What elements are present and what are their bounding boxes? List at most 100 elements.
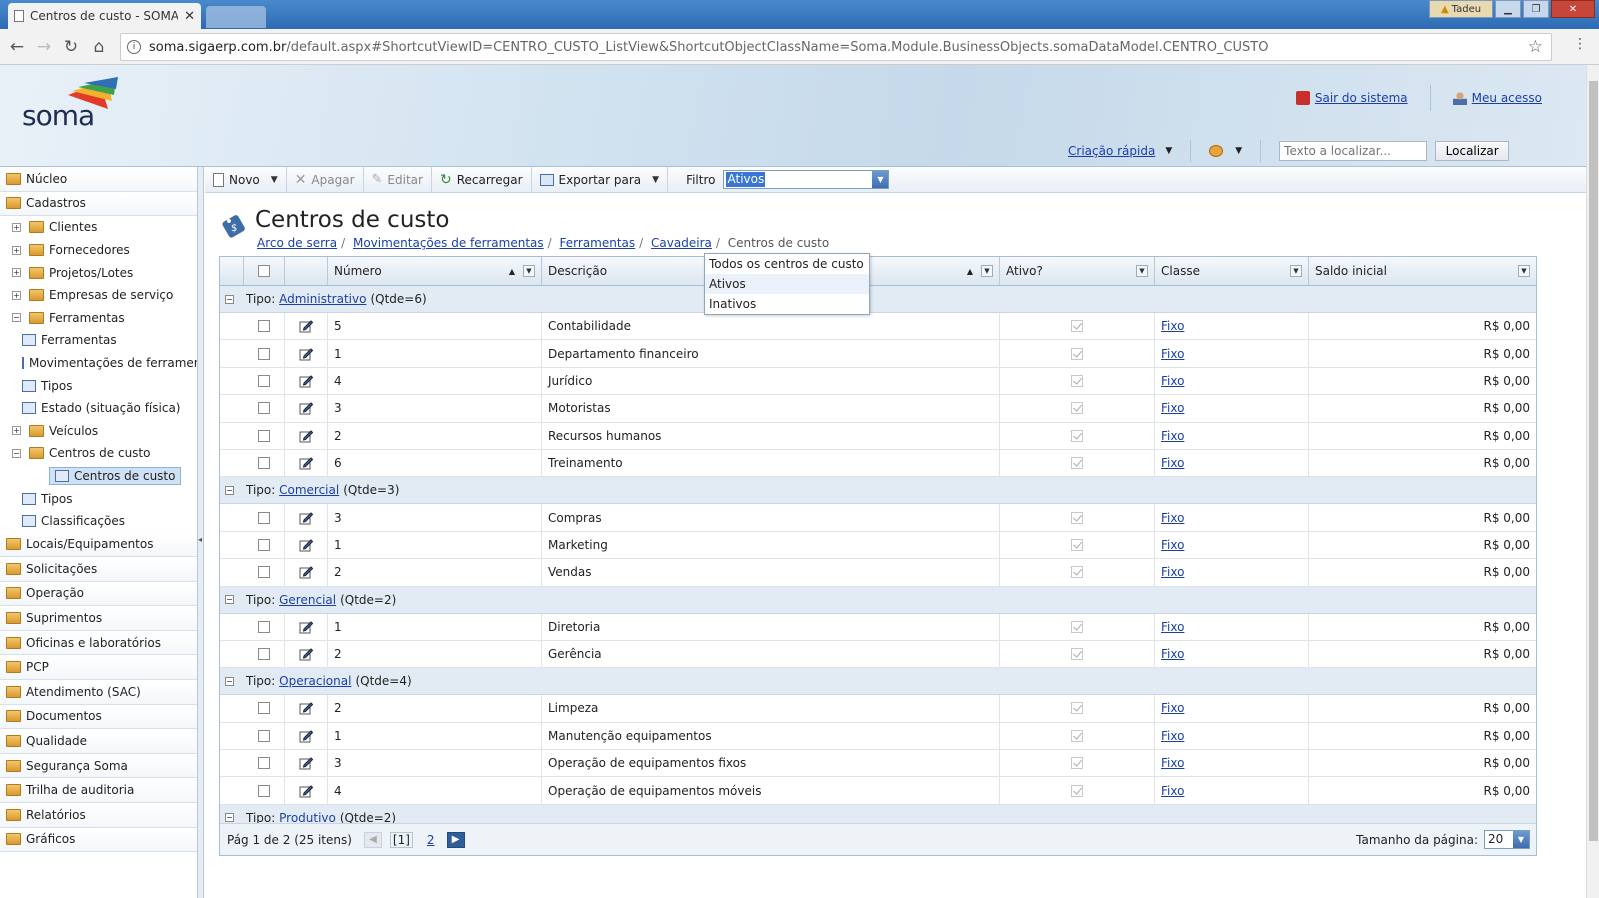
sidebar-item[interactable]: Cadastros	[0, 191, 197, 217]
dropdown-arrow-icon[interactable]: ▼	[872, 171, 889, 188]
classe-link[interactable]: Fixo	[1161, 647, 1184, 661]
expand-icon[interactable]: +	[12, 245, 21, 255]
expand-icon[interactable]: +	[12, 222, 21, 232]
row-checkbox[interactable]	[258, 511, 270, 524]
classe-link[interactable]: Fixo	[1161, 538, 1184, 552]
edit-row-icon[interactable]	[299, 374, 313, 388]
reload-button[interactable]: ↻ Recarregar	[432, 166, 532, 193]
sidebar-item[interactable]: Núcleo	[0, 167, 197, 192]
forward-icon[interactable]: →	[33, 36, 55, 58]
table-row[interactable]: 4 Jurídico Fixo R$ 0,00	[220, 367, 1536, 396]
filter-option[interactable]: Ativos	[705, 274, 869, 294]
table-row[interactable]: 1 Marketing Fixo R$ 0,00	[220, 531, 1536, 560]
column-header-ativo[interactable]: Ativo? ▼	[1000, 257, 1155, 285]
back-icon[interactable]: ←	[6, 36, 28, 58]
close-window-button[interactable]: ✕	[1551, 0, 1595, 18]
sidebar-subitem[interactable]: Centros de custo	[0, 465, 197, 488]
prev-page-button[interactable]: ◀	[363, 831, 382, 848]
user-badge[interactable]: ▲ Tadeu	[1429, 0, 1493, 18]
collapse-group-icon[interactable]: −	[225, 485, 234, 495]
classe-link[interactable]: Fixo	[1161, 701, 1184, 715]
breadcrumb-link[interactable]: Cavadeira	[651, 236, 712, 250]
sidebar-item[interactable]: Relatórios	[0, 803, 197, 828]
table-row[interactable]: 4 Operação de equipamentos móveis Fixo R$ 0…	[220, 777, 1536, 805]
search-button[interactable]: Localizar	[1435, 141, 1510, 161]
edit-row-icon[interactable]	[299, 756, 313, 770]
collapse-group-icon[interactable]: −	[225, 676, 234, 686]
edit-row-icon[interactable]	[299, 456, 313, 470]
sidebar-subitem[interactable]: Tipos	[0, 374, 197, 397]
minimize-button[interactable]: ▁	[1495, 0, 1521, 18]
breadcrumb-link[interactable]: Movimentações de ferramentas	[353, 236, 544, 250]
row-checkbox[interactable]	[258, 784, 270, 797]
table-row[interactable]: 2 Limpeza Fixo R$ 0,00	[220, 695, 1536, 723]
sidebar-subitem[interactable]: − Centros de custo	[0, 442, 197, 465]
edit-button[interactable]: ✎ Editar	[364, 166, 432, 193]
chevron-down-icon[interactable]: ▼	[652, 175, 659, 185]
edit-row-icon[interactable]	[299, 784, 313, 798]
home-icon[interactable]: ⌂	[88, 36, 110, 58]
column-header-classe[interactable]: Classe ▼	[1155, 257, 1309, 285]
page-scrollbar[interactable]	[1586, 65, 1599, 898]
classe-link[interactable]: Fixo	[1161, 729, 1184, 743]
classe-link[interactable]: Fixo	[1161, 319, 1184, 333]
sidebar-subitem[interactable]: Classificações	[0, 510, 197, 533]
expand-icon[interactable]: +	[12, 290, 21, 300]
sidebar-splitter[interactable]: ◂	[198, 167, 204, 898]
column-menu-icon[interactable]: ▼	[1518, 265, 1530, 277]
row-checkbox[interactable]	[258, 648, 270, 661]
expand-icon[interactable]: +	[12, 426, 21, 436]
soma-logo[interactable]: soma	[20, 77, 120, 137]
chevron-down-icon[interactable]: ▼	[1165, 146, 1172, 156]
sidebar-subitem[interactable]: Ferramentas	[0, 329, 197, 352]
collapse-icon[interactable]: −	[12, 448, 21, 458]
browser-menu-icon[interactable]: ⋮	[1573, 36, 1587, 52]
chevron-down-icon[interactable]: ▼	[271, 175, 278, 185]
edit-row-icon[interactable]	[299, 347, 313, 361]
sidebar-item[interactable]: Locais/Equipamentos	[0, 532, 197, 558]
row-checkbox[interactable]	[258, 320, 270, 333]
chevron-down-icon[interactable]: ▼	[1235, 146, 1242, 156]
page-2-link[interactable]: 2	[427, 833, 435, 847]
sidebar-subitem[interactable]: + Fornecedores	[0, 239, 197, 262]
table-row[interactable]: 2 Gerência Fixo R$ 0,00	[220, 640, 1536, 669]
next-page-button[interactable]: ▶	[446, 831, 465, 848]
sidebar-item[interactable]: Operação	[0, 581, 197, 607]
sidebar-item[interactable]: Segurança Soma	[0, 753, 197, 779]
classe-link[interactable]: Fixo	[1161, 565, 1184, 579]
table-row[interactable]: 3 Motoristas Fixo R$ 0,00	[220, 395, 1536, 423]
classe-link[interactable]: Fixo	[1161, 784, 1184, 798]
sidebar-item[interactable]: Gráficos	[0, 827, 197, 853]
table-row[interactable]: 2 Vendas Fixo R$ 0,00	[220, 559, 1536, 587]
edit-row-icon[interactable]	[299, 647, 313, 661]
sidebar-item[interactable]: Documentos	[0, 704, 197, 730]
edit-row-icon[interactable]	[299, 729, 313, 743]
browser-tab[interactable]: Centros de custo - SOMA ✕	[8, 3, 201, 29]
row-checkbox[interactable]	[258, 429, 270, 442]
collapse-arrow-icon[interactable]: ◂	[198, 535, 202, 544]
my-access-link[interactable]: Meu acesso	[1472, 91, 1542, 105]
reload-icon[interactable]: ↻	[60, 36, 82, 58]
table-row[interactable]: 6 Treinamento Fixo R$ 0,00	[220, 449, 1536, 478]
table-row[interactable]: 3 Compras Fixo R$ 0,00	[220, 504, 1536, 532]
row-checkbox[interactable]	[258, 620, 270, 633]
sidebar-subitem[interactable]: + Empresas de serviço	[0, 284, 197, 307]
table-row[interactable]: 2 Recursos humanos Fixo R$ 0,00	[220, 422, 1536, 450]
breadcrumb-link[interactable]: Arco de serra	[257, 236, 337, 250]
collapse-group-icon[interactable]: −	[225, 294, 234, 304]
expand-icon[interactable]: +	[12, 268, 21, 278]
sidebar-item[interactable]: Trilha de auditoria	[0, 778, 197, 804]
collapse-icon[interactable]: −	[12, 313, 21, 323]
edit-row-icon[interactable]	[299, 429, 313, 443]
row-checkbox[interactable]	[258, 757, 270, 770]
classe-link[interactable]: Fixo	[1161, 374, 1184, 388]
group-link[interactable]: Administrativo	[279, 292, 366, 306]
classe-link[interactable]: Fixo	[1161, 511, 1184, 525]
group-link[interactable]: Gerencial	[279, 593, 336, 607]
row-checkbox[interactable]	[258, 457, 270, 470]
sidebar-item[interactable]: Solicitações	[0, 557, 197, 582]
table-row[interactable]: 1 Manutenção equipamentos Fixo R$ 0,00	[220, 722, 1536, 751]
edit-row-icon[interactable]	[299, 620, 313, 634]
collapse-group-icon[interactable]: −	[225, 595, 234, 605]
edit-row-icon[interactable]	[299, 401, 313, 415]
